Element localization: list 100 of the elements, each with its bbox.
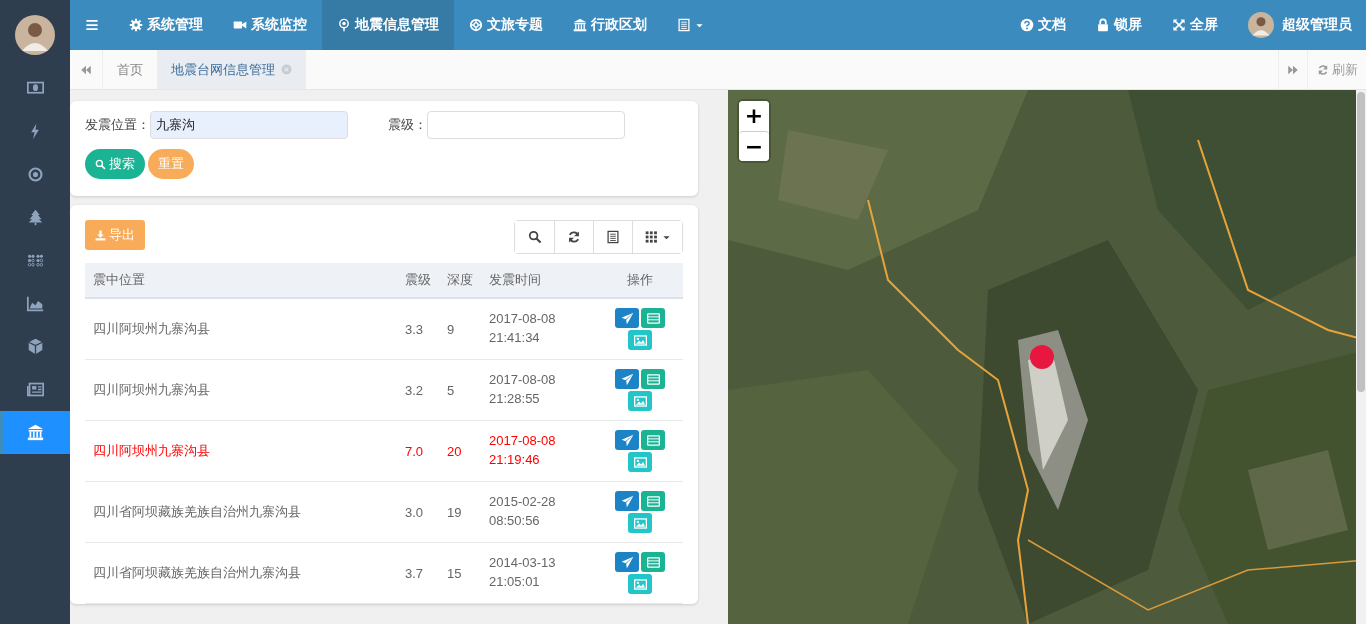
table-cell: 9 [439, 298, 481, 360]
column-header: 操作 [597, 263, 683, 298]
list-card-icon [646, 494, 660, 508]
table-cell: 3.2 [397, 359, 439, 421]
help-icon [1020, 18, 1034, 32]
nav-link[interactable]: 文档 [1005, 0, 1081, 50]
column-header: 震中位置 [85, 263, 397, 298]
paper-plane-icon [620, 372, 634, 386]
toolbar-button[interactable] [632, 221, 682, 253]
detail-button[interactable] [641, 491, 665, 511]
table-cell: 3.3 [397, 298, 439, 360]
fullscreen-icon [1172, 18, 1186, 32]
column-header: 震级 [397, 263, 439, 298]
send-button[interactable] [615, 552, 639, 572]
column-header: 发震时间 [481, 263, 597, 298]
grid-icon [644, 230, 659, 244]
image-button[interactable] [628, 513, 652, 533]
send-button[interactable] [615, 491, 639, 511]
target-icon [26, 166, 44, 183]
send-button[interactable] [615, 430, 639, 450]
table-cell: 2017-08-08 21:28:55 [481, 359, 597, 421]
image-button[interactable] [628, 391, 652, 411]
table-cell: 3.7 [397, 542, 439, 604]
image-icon [633, 577, 647, 591]
avatar[interactable] [1248, 12, 1274, 38]
image-icon [633, 516, 647, 530]
lock-icon [1096, 18, 1110, 32]
table-cell: 15 [439, 542, 481, 604]
paper-plane-icon [620, 555, 634, 569]
scrollbar[interactable] [1356, 90, 1366, 624]
image-icon [633, 394, 647, 408]
image-icon [633, 333, 647, 347]
table-cell: 2015-02-28 08:50:56 [481, 481, 597, 543]
export-button[interactable]: 导出 [85, 220, 145, 250]
table-cell: 四川阿坝州九寨沟县 [85, 420, 397, 482]
field-label: 发震位置： [85, 116, 150, 134]
field-label: 震级： [388, 116, 427, 134]
paper-plane-icon [620, 311, 634, 325]
detail-button[interactable] [641, 308, 665, 328]
nav-link[interactable]: 全屏 [1157, 0, 1233, 50]
map-pin-icon [337, 18, 351, 32]
list-icon [606, 230, 620, 244]
input-field[interactable]: 九寨沟 [150, 111, 348, 139]
zoom-out-button[interactable]: − [739, 131, 769, 161]
user-name[interactable]: 超级管理员 [1282, 16, 1352, 34]
menu-icon [85, 18, 99, 32]
nav-item[interactable]: 系统监控 [218, 0, 322, 50]
nav-link[interactable]: 锁屏 [1081, 0, 1157, 50]
image-button[interactable] [628, 452, 652, 472]
send-button[interactable] [615, 308, 639, 328]
nav-item[interactable]: 系统管理 [114, 0, 218, 50]
scroll-right-button[interactable] [1278, 50, 1308, 89]
table-cell: 20 [439, 420, 481, 482]
send-button[interactable] [615, 369, 639, 389]
image-button[interactable] [628, 330, 652, 350]
bank-icon [26, 424, 44, 441]
newspaper-icon [26, 381, 44, 398]
double-arrow-left-icon [80, 63, 92, 76]
detail-button[interactable] [641, 369, 665, 389]
table-cell: 四川省阿坝藏族羌族自治州九寨沟县 [85, 542, 397, 604]
search-icon [527, 230, 542, 244]
table-cell: 19 [439, 481, 481, 543]
list-card-icon [646, 555, 660, 569]
double-arrow-right-icon [1287, 63, 1299, 76]
refresh-icon [567, 230, 581, 244]
table-cell: 四川阿坝州九寨沟县 [85, 359, 397, 421]
search-button[interactable]: 搜索 [85, 149, 145, 179]
image-button[interactable] [628, 574, 652, 594]
table-cell: 四川阿坝州九寨沟县 [85, 298, 397, 360]
tab[interactable]: 首页 [103, 50, 157, 89]
nav-item[interactable]: 文旅专题 [454, 0, 558, 50]
detail-button[interactable] [641, 552, 665, 572]
detail-button[interactable] [641, 430, 665, 450]
avatar[interactable] [15, 15, 55, 55]
refresh-icon [1317, 63, 1329, 76]
table-cell: 四川省阿坝藏族羌族自治州九寨沟县 [85, 481, 397, 543]
refresh-button[interactable]: 刷新 [1308, 50, 1366, 89]
image-icon [633, 455, 647, 469]
table-cell: 2014-03-13 21:05:01 [481, 542, 597, 604]
gear-icon [129, 18, 143, 32]
search-icon [95, 158, 106, 170]
list-icon [677, 18, 691, 32]
nav-item[interactable]: 行政区划 [558, 0, 662, 50]
table-cell: 2017-08-08 21:41:34 [481, 298, 597, 360]
input-field[interactable] [427, 111, 625, 139]
nav-item[interactable]: 地震信息管理 [322, 0, 454, 50]
reset-button[interactable]: 重置 [148, 149, 194, 179]
column-header: 深度 [439, 263, 481, 298]
paper-plane-icon [620, 433, 634, 447]
list-card-icon [646, 433, 660, 447]
dots-grid-icon [26, 252, 44, 269]
life-ring-icon [469, 18, 483, 32]
table-cell: 3.0 [397, 481, 439, 543]
area-chart-icon [26, 295, 44, 312]
tree-icon [26, 209, 44, 226]
sidebar-item[interactable] [0, 411, 70, 454]
table-cell: 7.0 [397, 420, 439, 482]
bank-icon [573, 18, 587, 32]
list-card-icon [646, 372, 660, 386]
tab[interactable]: 地震台网信息管理 [157, 50, 306, 89]
